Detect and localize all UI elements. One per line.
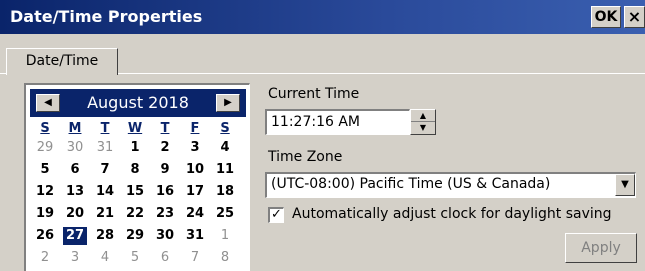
- day-cell[interactable]: 15: [123, 183, 147, 201]
- day-cell[interactable]: 1: [213, 227, 237, 245]
- window-title: Date/Time Properties: [10, 7, 203, 26]
- day-cell[interactable]: 29: [33, 139, 57, 157]
- day-cell[interactable]: 8: [123, 161, 147, 179]
- day-cell[interactable]: 18: [213, 183, 237, 201]
- dropdown-arrow-icon[interactable]: ▼: [615, 174, 635, 196]
- day-cell[interactable]: 7: [183, 249, 207, 267]
- weekday-label: S: [40, 121, 50, 136]
- ok-button[interactable]: OK: [591, 6, 621, 28]
- day-cell[interactable]: 25: [213, 205, 237, 223]
- weekday-label: W: [127, 121, 143, 136]
- day-cell[interactable]: 4: [213, 139, 237, 157]
- day-cell[interactable]: 19: [33, 205, 57, 223]
- apply-button[interactable]: Apply: [565, 233, 637, 263]
- weekday-label: M: [68, 121, 82, 136]
- daylight-checkbox[interactable]: ✓: [268, 207, 284, 223]
- day-cell[interactable]: 22: [123, 205, 147, 223]
- day-cell[interactable]: 2: [33, 249, 57, 267]
- day-cell[interactable]: 12: [33, 183, 57, 201]
- title-bar: Date/Time Properties OK ×: [0, 0, 645, 34]
- close-icon[interactable]: ×: [624, 6, 645, 28]
- day-cell[interactable]: 1: [123, 139, 147, 157]
- day-cell[interactable]: 20: [63, 205, 87, 223]
- daylight-label[interactable]: Automatically adjust clock for daylight …: [292, 206, 612, 222]
- day-cell[interactable]: 16: [153, 183, 177, 201]
- day-cell[interactable]: 21: [93, 205, 117, 223]
- day-cell[interactable]: 3: [63, 249, 87, 267]
- day-cell[interactable]: 17: [183, 183, 207, 201]
- time-zone-select[interactable]: (UTC-08:00) Pacific Time (US & Canada) ▼: [265, 172, 636, 198]
- day-cell[interactable]: 5: [123, 249, 147, 267]
- day-cell[interactable]: 6: [63, 161, 87, 179]
- day-cell[interactable]: 5: [33, 161, 57, 179]
- time-zone-label: Time Zone: [268, 149, 342, 165]
- day-cell[interactable]: 3: [183, 139, 207, 157]
- time-zone-label-text: Time Zone: [268, 149, 343, 165]
- day-cell[interactable]: 8: [213, 249, 237, 267]
- tab-strip: Date/Time: [0, 34, 645, 75]
- spin-up-icon[interactable]: ▲: [411, 110, 435, 122]
- time-input[interactable]: 11:27:16 AM: [265, 109, 410, 135]
- day-cell[interactable]: 30: [63, 139, 87, 157]
- day-cell[interactable]: 29: [123, 227, 147, 245]
- selected-day-cell[interactable]: 27: [63, 227, 87, 245]
- month-calendar: ◀ August 2018 ▶ SMTWTFS 29 30 31 1 2 3 4 5 6 7 8 9 1…: [24, 83, 250, 271]
- calendar-header: ◀ August 2018 ▶: [30, 89, 246, 117]
- day-cell[interactable]: 23: [153, 205, 177, 223]
- day-cell[interactable]: 13: [63, 183, 87, 201]
- day-cell[interactable]: 31: [93, 139, 117, 157]
- day-cell[interactable]: 26: [33, 227, 57, 245]
- day-cell[interactable]: 6: [153, 249, 177, 267]
- calendar-month-title[interactable]: August 2018: [64, 93, 212, 112]
- weekday-header-row: SMTWTFS: [30, 121, 246, 139]
- day-cell[interactable]: 11: [213, 161, 237, 179]
- day-cell[interactable]: 30: [153, 227, 177, 245]
- day-cell[interactable]: 9: [153, 161, 177, 179]
- weekday-label: T: [160, 121, 170, 136]
- current-time-label: Current Time: [268, 86, 359, 102]
- day-cell[interactable]: 28: [93, 227, 117, 245]
- time-zone-value: (UTC-08:00) Pacific Time (US & Canada): [271, 176, 551, 192]
- day-cell[interactable]: 24: [183, 205, 207, 223]
- current-time-label-text: Current Time: [268, 86, 360, 102]
- day-cell[interactable]: 10: [183, 161, 207, 179]
- weekday-label: F: [190, 121, 200, 136]
- day-cell[interactable]: 7: [93, 161, 117, 179]
- day-cell[interactable]: 14: [93, 183, 117, 201]
- tab-date-time[interactable]: Date/Time: [6, 48, 118, 75]
- weekday-label: T: [100, 121, 110, 136]
- day-cell[interactable]: 31: [183, 227, 207, 245]
- time-spinner[interactable]: ▲ ▼: [410, 109, 436, 135]
- spin-down-icon[interactable]: ▼: [411, 122, 435, 134]
- day-cell[interactable]: 2: [153, 139, 177, 157]
- weekday-label: S: [220, 121, 230, 136]
- next-month-icon[interactable]: ▶: [216, 94, 240, 112]
- previous-month-icon[interactable]: ◀: [36, 94, 60, 112]
- day-cell[interactable]: 4: [93, 249, 117, 267]
